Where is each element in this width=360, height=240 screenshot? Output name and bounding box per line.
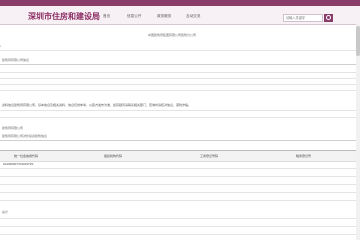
divider xyxy=(0,192,360,193)
scrollbar-track[interactable] xyxy=(356,24,360,240)
nav-item-interaction[interactable]: 互动交流 xyxy=(186,14,200,19)
table-header-cell: 税务登记号 xyxy=(296,154,312,158)
divider xyxy=(0,176,360,177)
footer-label: 总计 xyxy=(2,210,9,214)
nav-item-info-public[interactable]: 信息公开 xyxy=(127,14,141,19)
divider xyxy=(0,117,360,118)
divider xyxy=(0,72,360,73)
search-input[interactable] xyxy=(283,14,323,22)
table-cell: 91430000770404372S xyxy=(3,162,34,166)
search-button[interactable] xyxy=(324,14,333,22)
divider xyxy=(0,200,360,201)
site-header: 深圳市住房和建设局 首页 信息公开 政务服务 互动交流 xyxy=(0,6,360,25)
divider xyxy=(0,234,360,235)
divider xyxy=(0,64,360,65)
bullet-marker: • xyxy=(0,44,2,48)
table-header-cell: 统一社会信用代码 xyxy=(14,154,39,158)
divider xyxy=(0,90,360,91)
divider xyxy=(0,226,360,227)
table-header-cell: 组织机构代码 xyxy=(104,154,123,158)
divider xyxy=(0,84,360,85)
notice-text: 资料信息建筑局有限公司，基本信息及相关资料，信息仅供参考，以官方发布为准，如有疑… xyxy=(2,103,192,107)
nav-item-services[interactable]: 政务服务 xyxy=(157,14,171,19)
divider xyxy=(0,110,360,111)
divider xyxy=(0,140,360,141)
divider xyxy=(0,184,360,185)
scrollbar-thumb[interactable] xyxy=(356,26,360,56)
divider xyxy=(0,218,360,219)
section-title-basic-info: 建筑局有限公司信息 xyxy=(2,58,30,62)
section-title-3: 建筑局有限公司对外投资建筑信息 xyxy=(2,134,48,138)
table-header: 统一社会信用代码 组织机构代码 工商登记号码 税务登记号 xyxy=(0,150,360,162)
table-header-cell: 工商登记号码 xyxy=(200,154,219,158)
company-name: 中国建筑局集团有限公司建筑分公司 xyxy=(148,33,197,37)
divider xyxy=(0,50,360,51)
divider xyxy=(0,78,360,79)
nav-item-home[interactable]: 首页 xyxy=(103,14,110,19)
divider xyxy=(0,168,360,169)
site-logo[interactable]: 深圳市住房和建设局 xyxy=(28,11,100,22)
search-icon xyxy=(326,15,331,20)
section-title-2: 建筑局有限公司 xyxy=(2,126,24,130)
